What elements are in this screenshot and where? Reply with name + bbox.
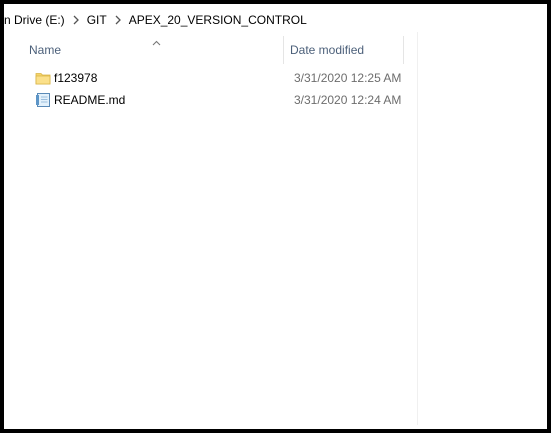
column-header-row: Name Date modified [8,32,543,66]
column-divider[interactable] [403,36,404,64]
folder-icon [35,70,51,86]
list-item-folder[interactable]: f123978 3/31/2020 12:25 AM [32,68,403,89]
list-item-file[interactable]: README.md 3/31/2020 12:24 AM [32,90,403,111]
file-name: f123978 [54,71,98,85]
column-divider[interactable] [283,36,284,64]
breadcrumb: n Drive (E:) GIT APEX_20_VERSION_CONTROL [4,8,307,32]
column-header-date-modified[interactable]: Date modified [290,43,364,57]
breadcrumb-item-current-folder[interactable]: APEX_20_VERSION_CONTROL [129,13,307,27]
chevron-right-icon[interactable] [65,8,87,32]
file-date-modified: 3/31/2020 12:25 AM [294,71,402,85]
breadcrumb-item-git[interactable]: GIT [87,13,107,27]
file-list: Name Date modified f123978 3/31/2020 12:… [8,32,543,425]
chevron-up-icon [152,35,161,49]
text-file-icon [35,92,51,108]
file-name: README.md [54,93,126,107]
column-header-name[interactable]: Name [29,43,61,57]
chevron-right-icon[interactable] [107,8,129,32]
explorer-window: n Drive (E:) GIT APEX_20_VERSION_CONTROL… [0,0,551,433]
breadcrumb-item-drive[interactable]: n Drive (E:) [4,13,65,27]
file-date-modified: 3/31/2020 12:24 AM [294,93,402,107]
pane-divider [417,32,418,425]
